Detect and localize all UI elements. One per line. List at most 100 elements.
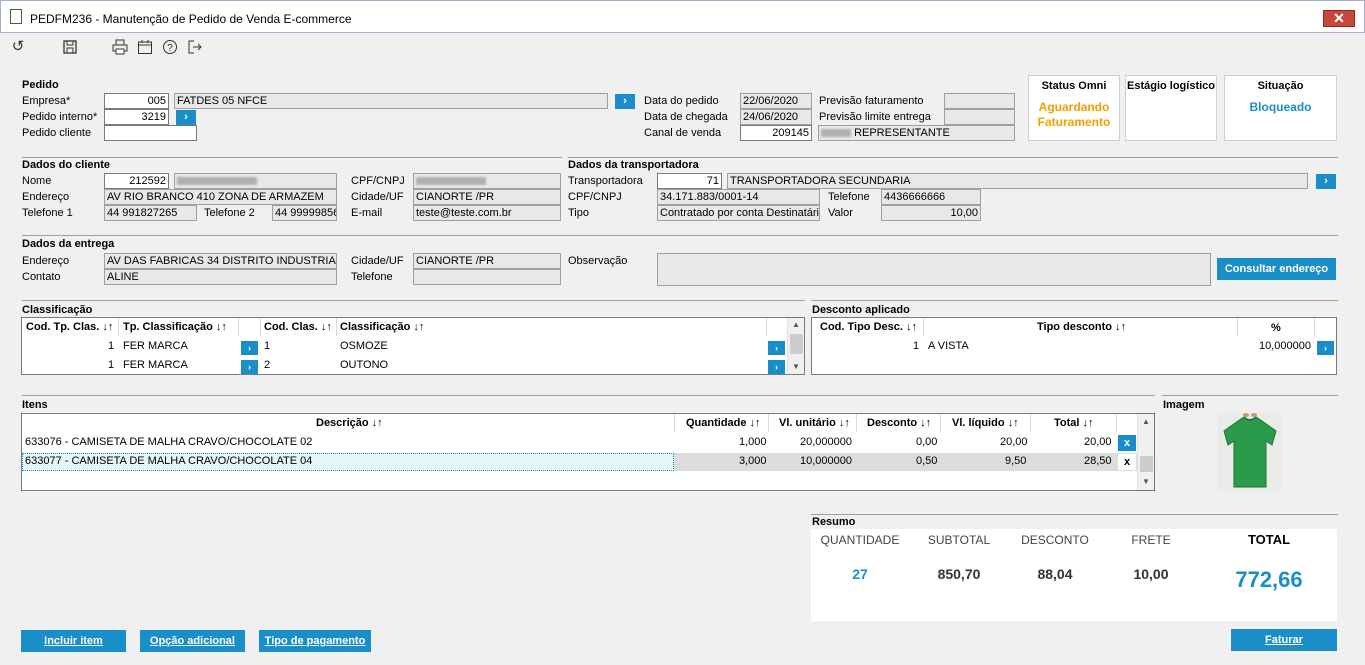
- transp-telefone-field: 4436666666: [881, 189, 981, 205]
- scroll-thumb[interactable]: [790, 334, 803, 354]
- column-divider: [118, 318, 119, 336]
- desc-row1-tipo: A VISTA: [928, 340, 969, 352]
- col-cod-tp-clas[interactable]: Cod. Tp. Clas. ↓↑: [26, 321, 113, 333]
- item-1-vl-unitario: 20,000000: [800, 436, 852, 448]
- clas-row2-go-button[interactable]: ›: [768, 360, 785, 374]
- transportadora-go-button[interactable]: ›: [1316, 174, 1336, 189]
- classificacao-grid: Cod. Tp. Clas. ↓↑ Tp. Classificação ↓↑ C…: [21, 317, 805, 375]
- exit-icon[interactable]: [187, 39, 203, 55]
- item-1-total: 20,00: [1084, 436, 1112, 448]
- clas-row1-tp-go-button[interactable]: ›: [241, 341, 258, 355]
- column-divider: [674, 414, 675, 432]
- scroll-thumb[interactable]: [1140, 456, 1153, 472]
- item-2-descricao: 633077 - CAMISETA DE MALHA CRAVO/CHOCOLA…: [25, 455, 313, 467]
- help-icon[interactable]: ?: [162, 39, 178, 55]
- endereco-label: Endereço: [22, 191, 70, 203]
- imagem-section-title: Imagem: [1163, 399, 1205, 411]
- close-button[interactable]: ✕: [1323, 10, 1355, 27]
- col-cod-clas[interactable]: Cod. Clas. ↓↑: [264, 321, 332, 333]
- item-row-2[interactable]: 633077 - CAMISETA DE MALHA CRAVO/CHOCOLA…: [22, 453, 1137, 471]
- divider: [22, 157, 562, 158]
- canal-venda-code-input[interactable]: 209145: [740, 125, 812, 141]
- pedido-interno-input[interactable]: 3219: [104, 109, 169, 125]
- classificacao-scrollbar[interactable]: ▲ ▼: [787, 318, 804, 374]
- transp-tipo-field: Contratado por conta Destinatário: [657, 205, 820, 221]
- column-divider: [260, 318, 261, 336]
- resumo-frete-label: FRETE: [1131, 533, 1171, 547]
- transportadora-code-input[interactable]: 71: [657, 173, 722, 189]
- clas-row2-cod: 2: [264, 359, 271, 371]
- tipo-pagamento-button[interactable]: Tipo de pagamento: [259, 630, 371, 652]
- redacted-text: [177, 177, 257, 186]
- entrega-cidade-label: Cidade/UF: [351, 255, 404, 267]
- transp-cnpj-label: CPF/CNPJ: [568, 191, 622, 203]
- desc-row1-cod: 1: [913, 340, 920, 352]
- item-2-total: 28,50: [1084, 455, 1112, 467]
- resumo-quantidade-label: QUANTIDADE: [820, 533, 900, 547]
- col-desconto[interactable]: Desconto ↓↑: [867, 417, 931, 429]
- cpf-field: [413, 173, 561, 189]
- empresa-code-input[interactable]: 005: [104, 93, 169, 109]
- column-divider: [336, 318, 337, 336]
- calendar-icon[interactable]: [137, 39, 153, 55]
- transp-valor-label: Valor: [828, 207, 853, 219]
- col-percent[interactable]: %: [1271, 322, 1281, 334]
- clas-row1-cod: 1: [264, 340, 271, 352]
- cliente-code-input[interactable]: 212592: [104, 173, 169, 189]
- empresa-go-button[interactable]: ›: [615, 94, 635, 109]
- col-quantidade[interactable]: Quantidade ↓↑: [686, 417, 761, 429]
- item-1-descricao: 633076 - CAMISETA DE MALHA CRAVO/CHOCOLA…: [25, 436, 313, 448]
- resumo-section-title: Resumo: [812, 516, 856, 528]
- data-chegada-label: Data de chegada: [644, 111, 728, 123]
- item-2-vl-liquido: 9,50: [1005, 455, 1027, 467]
- scroll-up-icon[interactable]: ▲: [792, 320, 800, 329]
- scroll-down-icon[interactable]: ▼: [792, 362, 800, 371]
- divider: [22, 300, 805, 301]
- resumo-desconto-value: 88,04: [1037, 566, 1073, 582]
- undo-icon[interactable]: ↺: [10, 39, 26, 55]
- col-cod-tipo-desc[interactable]: Cod. Tipo Desc. ↓↑: [820, 321, 917, 333]
- canal-venda-name: REPRESENTANTE: [854, 127, 950, 139]
- telefone2-label: Telefone 2: [204, 207, 255, 219]
- desc-row1-go-button[interactable]: ›: [1317, 341, 1334, 355]
- consultar-endereco-button[interactable]: Consultar endereço: [1217, 258, 1336, 280]
- scroll-up-icon[interactable]: ▲: [1142, 417, 1150, 426]
- opcao-adicional-button[interactable]: Opção adicional: [140, 630, 245, 652]
- telefone1-field: 44 991827265: [104, 205, 197, 221]
- item-1-remove-button[interactable]: x: [1118, 435, 1136, 451]
- telefone1-label: Telefone 1: [22, 207, 73, 219]
- itens-scrollbar[interactable]: ▲ ▼: [1137, 414, 1154, 490]
- col-tp-classificacao[interactable]: Tp. Classificação ↓↑: [123, 321, 227, 333]
- pedido-cliente-input[interactable]: [104, 125, 197, 141]
- email-label: E-mail: [351, 207, 383, 219]
- clas-row1-codtp: 1: [108, 340, 115, 352]
- svg-text:?: ?: [167, 43, 173, 54]
- pedido-cliente-label: Pedido cliente: [22, 127, 92, 139]
- column-divider: [1116, 414, 1117, 432]
- transp-telefone-label: Telefone: [828, 191, 870, 203]
- col-tipo-desconto[interactable]: Tipo desconto ↓↑: [1037, 321, 1126, 333]
- divider: [811, 514, 1338, 515]
- col-total[interactable]: Total ↓↑: [1054, 417, 1094, 429]
- col-vl-liquido[interactable]: Vl. líquido ↓↑: [952, 417, 1019, 429]
- clas-row2-tp-go-button[interactable]: ›: [241, 360, 258, 374]
- item-row-1[interactable]: 633076 - CAMISETA DE MALHA CRAVO/CHOCOLA…: [22, 434, 1137, 452]
- clas-row1-go-button[interactable]: ›: [768, 341, 785, 355]
- clas-row1-clas: OSMOZE: [340, 340, 388, 352]
- resumo-frete-value: 10,00: [1133, 566, 1169, 582]
- col-descricao[interactable]: Descrição ↓↑: [316, 417, 383, 429]
- status-omni-card: Status Omni Aguardando Faturamento: [1028, 75, 1120, 141]
- scroll-down-icon[interactable]: ▼: [1142, 477, 1150, 486]
- pedido-interno-go-button[interactable]: ›: [176, 110, 196, 125]
- incluir-item-button[interactable]: Incluir item: [21, 630, 126, 652]
- print-icon[interactable]: [112, 39, 128, 55]
- col-classificacao[interactable]: Classificação ↓↑: [340, 321, 424, 333]
- save-icon[interactable]: [62, 39, 78, 55]
- column-divider: [766, 318, 767, 336]
- cpf-label: CPF/CNPJ: [351, 175, 405, 187]
- col-vl-unitario[interactable]: Vl. unitário ↓↑: [779, 417, 850, 429]
- faturar-button[interactable]: Faturar: [1231, 629, 1337, 651]
- divider: [811, 300, 1338, 301]
- item-2-remove-button[interactable]: x: [1118, 454, 1136, 470]
- column-divider: [1314, 318, 1315, 336]
